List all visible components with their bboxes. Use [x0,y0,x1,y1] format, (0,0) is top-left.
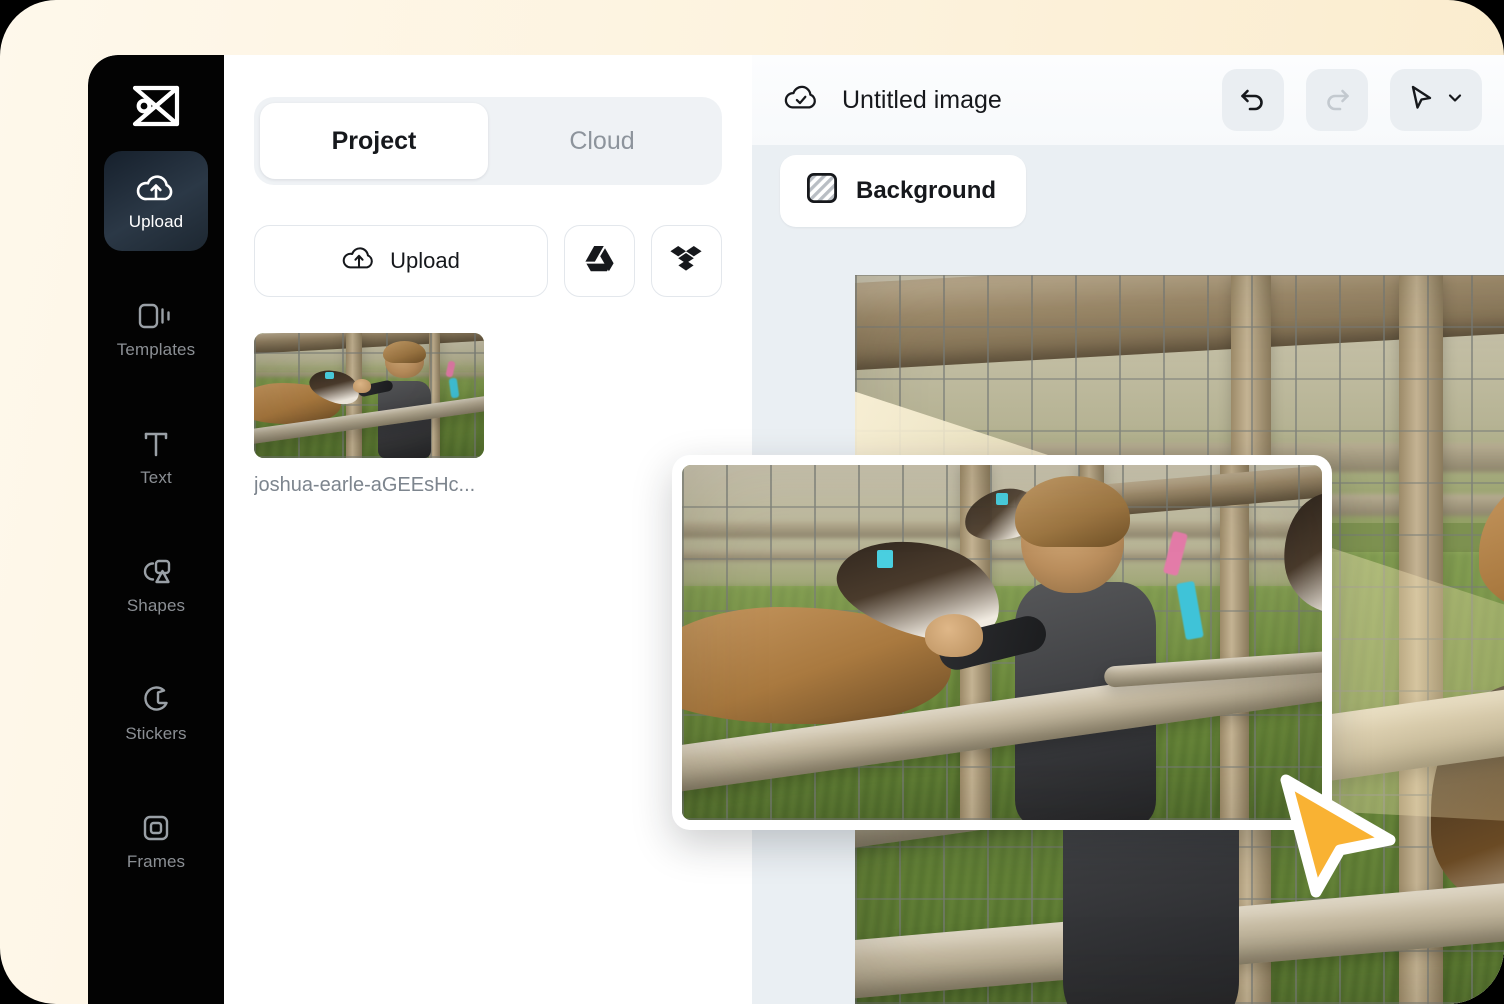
sidebar-item-upload[interactable]: Upload [104,151,208,251]
asset-item[interactable]: joshua-earle-aGEEsHc... [254,333,484,497]
sidebar-item-label: Stickers [125,724,187,743]
cloud-upload-icon [342,244,376,278]
sidebar-item-stickers[interactable]: Stickers [104,663,208,763]
upload-button-label: Upload [390,248,460,273]
sidebar-item-label: Shapes [126,596,186,615]
capcut-logo[interactable] [127,77,185,135]
canvas-toolbar: Background [780,155,1027,227]
tab-cloud[interactable]: Cloud [488,103,716,179]
tab-cloud-label: Cloud [569,126,635,155]
upload-row: Upload [254,225,722,297]
asset-thumbnail[interactable] [254,333,484,458]
sidebar-item-label: Upload [128,212,184,231]
dropbox-button[interactable] [650,225,722,297]
templates-icon [137,300,175,332]
sidebar-item-frames[interactable]: Frames [104,791,208,891]
sidebar-item-label: Frames [126,852,186,871]
panel-tabs: Project Cloud [254,97,722,185]
checker-square-icon [806,172,838,211]
redo-icon [1322,84,1352,117]
background-button[interactable]: Background [780,155,1027,227]
background-button-label: Background [856,177,997,204]
preview-card[interactable] [672,455,1332,830]
dropbox-icon [670,244,703,279]
tab-project-label: Project [331,126,417,155]
chevron-down-icon [1446,89,1464,112]
google-drive-icon [583,244,615,279]
asset-thumbnail-image [254,333,484,458]
sidebar-item-shapes[interactable]: Shapes [104,535,208,635]
sidebar-item-templates[interactable]: Templates [104,279,208,379]
document-title: Untitled image [842,85,1002,114]
sidebar-item-label: Templates [116,340,196,359]
preview-card-inner [682,465,1322,820]
page-backdrop: Upload Templates Text Shapes Stickers Fr… [0,0,1504,1004]
undo-icon [1238,84,1268,117]
tab-project[interactable]: Project [260,103,488,179]
undo-button[interactable] [1222,69,1284,131]
cloud-upload-icon [136,172,176,204]
sidebar-rail: Upload Templates Text Shapes Stickers Fr… [88,55,224,1004]
upload-button[interactable]: Upload [254,225,548,297]
cloud-check-icon [782,83,820,118]
asset-name: joshua-earle-aGEEsHc... [254,474,476,496]
frames-icon [139,812,173,844]
sticker-icon [139,684,173,716]
cursor-arrow-icon [1408,84,1434,117]
sidebar-item-label: Text [140,468,172,487]
editor-topbar: Untitled image [752,55,1504,145]
preview-image [682,465,1322,820]
text-icon [139,428,173,460]
sidebar-item-text[interactable]: Text [104,407,208,507]
redo-button[interactable] [1306,69,1368,131]
google-drive-button[interactable] [563,225,635,297]
select-tool-button[interactable] [1390,69,1482,131]
shapes-icon [138,556,174,588]
